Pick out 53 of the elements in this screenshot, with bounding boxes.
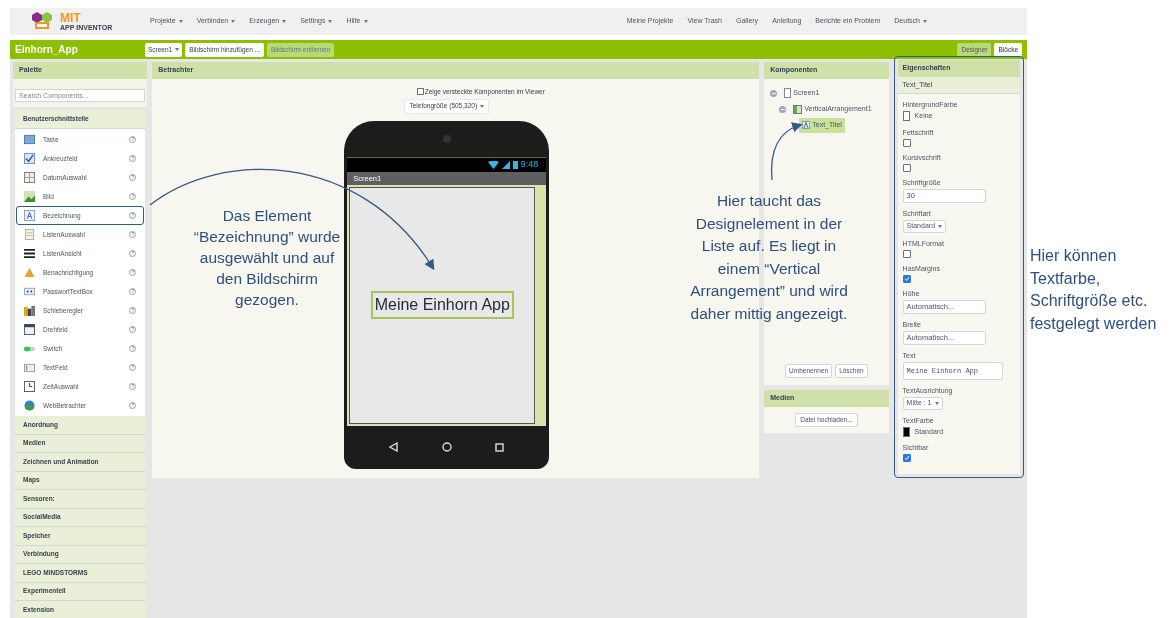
caret-icon [231, 20, 236, 23]
check-icon [903, 275, 910, 282]
arrangement-icon [793, 104, 803, 114]
password-icon [24, 286, 35, 297]
spinner-icon [24, 324, 35, 335]
caret-icon [480, 104, 485, 108]
calendar-icon [24, 172, 35, 183]
caret-icon [282, 20, 287, 23]
checkbox[interactable] [416, 88, 424, 96]
caret-icon [363, 20, 368, 23]
image-icon [24, 191, 35, 202]
list-icon [24, 248, 35, 259]
list-icon [24, 229, 35, 240]
clock-time: 9:48 [520, 158, 539, 171]
check-icon [903, 455, 910, 461]
button-icon [24, 134, 35, 145]
battery-icon [512, 160, 518, 170]
checkbox-icon [24, 153, 35, 164]
globe-icon [24, 400, 35, 411]
checkbox[interactable] [902, 454, 911, 462]
slider-icon [24, 305, 35, 316]
caret-icon [923, 20, 927, 23]
checkbox[interactable] [902, 163, 911, 172]
phone-icon [784, 88, 792, 98]
caret-icon [328, 20, 333, 23]
clock-icon [24, 381, 35, 392]
textbox-icon [24, 362, 35, 373]
caret-icon [934, 401, 939, 405]
recents-icon [495, 442, 505, 452]
color-swatch[interactable] [902, 111, 910, 122]
logo-title: MIT [60, 12, 82, 24]
arrow [770, 122, 803, 181]
back-icon [389, 442, 399, 453]
caret-icon [175, 48, 180, 51]
label-icon [24, 210, 35, 221]
annotation-text: Hier taucht das Designelement in der Liste auf. Es liegt in einem “Vertical Arrangement” und wird daher mittig angezeigt. [689, 191, 849, 324]
signal-icon [501, 160, 510, 169]
warning-icon [24, 267, 35, 278]
project-name: Einhorn_App [15, 43, 79, 57]
annotation-text: Das Element “Bezeichnung” wurde ausgewählt und auf den Bildschirm gezogen. [192, 206, 342, 310]
checkbox[interactable] [902, 138, 911, 147]
collapse-toggle[interactable] [779, 105, 787, 113]
wifi-icon [487, 160, 499, 169]
app-title-label: Meine Einhorn App [370, 291, 514, 320]
color-swatch[interactable] [902, 426, 910, 437]
caret-icon [178, 20, 183, 23]
label-icon [802, 121, 811, 129]
caret-icon [938, 224, 943, 228]
annotation-text: Hier können Textfarbe, Schriftgröße etc. festgelegt werden [1030, 246, 1158, 334]
home-icon [441, 442, 452, 453]
collapse-toggle[interactable] [770, 89, 778, 97]
checkbox[interactable] [902, 249, 911, 258]
checkbox[interactable] [902, 274, 911, 283]
